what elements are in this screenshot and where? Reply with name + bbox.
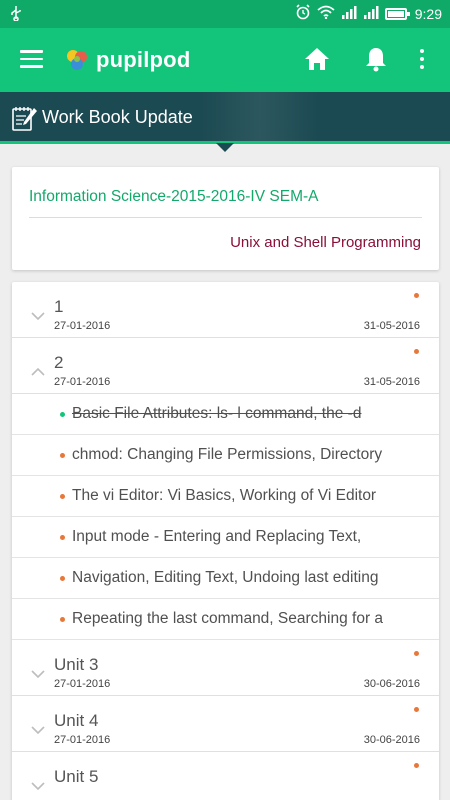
bell-icon[interactable]: [364, 46, 388, 72]
chevron-down-icon: [31, 666, 45, 679]
topic-text: chmod: Changing File Permissions, Direct…: [72, 446, 383, 463]
unit-start-date: 27-01-2016: [54, 320, 111, 332]
home-icon[interactable]: [304, 47, 330, 71]
app-bar: pupilpod: [0, 28, 450, 92]
topic-text: Repeating the last command, Searching fo…: [72, 610, 384, 627]
topic-status-dot: [60, 535, 65, 540]
topic-item[interactable]: Basic File Attributes: ls- l command, th…: [12, 394, 439, 435]
alarm-icon: [295, 4, 311, 23]
notebook-icon: [10, 104, 38, 132]
chevron-down-icon: [31, 778, 45, 791]
page-title: Work Book Update: [42, 107, 193, 127]
chevron-up-icon: [31, 364, 45, 376]
status-dot: [414, 763, 419, 768]
unit-end-date: 31-05-2016: [363, 376, 420, 388]
topic-status-dot: [60, 617, 65, 622]
unit-end-date: 31-05-2016: [363, 320, 420, 332]
menu-icon[interactable]: [20, 50, 43, 68]
chevron-down-icon: [31, 308, 45, 321]
unit-name: 2: [54, 353, 64, 372]
status-dot: [414, 651, 419, 656]
unit-end-date: 30-06-2016: [363, 678, 420, 690]
topic-status-dot: [60, 453, 65, 458]
unit-end-date: 30-06-2016: [363, 734, 420, 746]
signal-icon: [363, 5, 379, 22]
unit-name: Unit 4: [54, 711, 99, 730]
topic-item[interactable]: Repeating the last command, Searching fo…: [12, 599, 439, 640]
unit-start-date: 27-01-2016: [54, 376, 111, 388]
unit-start-date: 27-01-2016: [54, 734, 111, 746]
status-time: 9:29: [414, 5, 442, 22]
topic-status-dot: [60, 494, 65, 499]
unit-row[interactable]: Unit 4 27-01-2016 30-06-2016: [12, 696, 439, 752]
page-header: Work Book Update: [0, 92, 450, 152]
units-list: 1 27-01-2016 31-05-2016 2 27-01-2016 31-…: [12, 282, 439, 800]
topic-status-dot: [60, 412, 65, 417]
unit-row[interactable]: 1 27-01-2016 31-05-2016: [12, 282, 439, 338]
course-name: Information Science-2015-2016-IV SEM-A: [29, 188, 319, 205]
battery-icon: [384, 7, 410, 20]
course-card: Information Science-2015-2016-IV SEM-A U…: [12, 167, 439, 270]
unit-name: 1: [54, 297, 64, 316]
signal-icon: [341, 5, 357, 22]
pupilpod-logo: [64, 47, 90, 73]
unit-start-date: 27-01-2016: [54, 678, 111, 690]
unit-row[interactable]: Unit 3 27-01-2016 30-06-2016: [12, 640, 439, 696]
unit-name: Unit 3: [54, 655, 99, 674]
chevron-down-icon: [31, 722, 45, 735]
divider: [29, 217, 422, 218]
app-title: pupilpod: [96, 47, 191, 72]
topic-item[interactable]: Input mode - Entering and Replacing Text…: [12, 517, 439, 558]
more-vert-icon[interactable]: [418, 49, 426, 71]
subject-name: Unix and Shell Programming: [230, 234, 421, 251]
topic-text: Navigation, Editing Text, Undoing last e…: [72, 569, 379, 586]
wifi-icon: [317, 5, 335, 22]
status-dot: [414, 293, 419, 298]
topic-item[interactable]: The vi Editor: Vi Basics, Working of Vi …: [12, 476, 439, 517]
unit-row[interactable]: Unit 5: [12, 752, 439, 800]
topic-text: Input mode - Entering and Replacing Text…: [72, 528, 362, 545]
topic-text: The vi Editor: Vi Basics, Working of Vi …: [72, 487, 377, 504]
topic-item[interactable]: chmod: Changing File Permissions, Direct…: [12, 435, 439, 476]
status-dot: [414, 349, 419, 354]
status-dot: [414, 707, 419, 712]
usb-icon: [10, 5, 22, 25]
topic-text: Basic File Attributes: ls- l command, th…: [72, 405, 362, 422]
topic-item[interactable]: Navigation, Editing Text, Undoing last e…: [12, 558, 439, 599]
topic-status-dot: [60, 576, 65, 581]
status-bar: 9:29: [0, 0, 450, 28]
unit-name: Unit 5: [54, 767, 99, 786]
unit-row[interactable]: 2 27-01-2016 31-05-2016: [12, 338, 439, 394]
